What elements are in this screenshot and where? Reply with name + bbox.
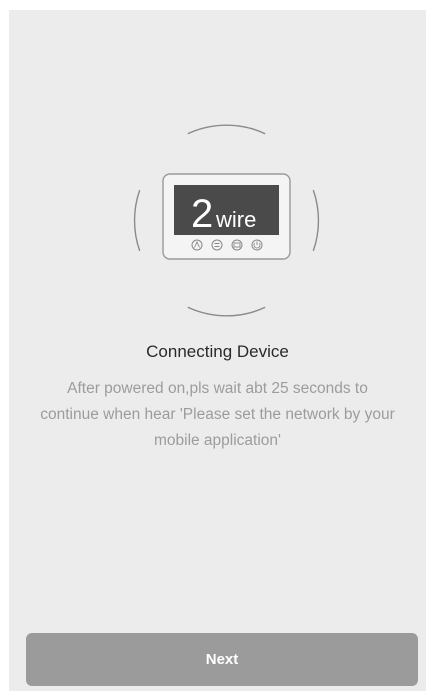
power-icon — [251, 239, 263, 251]
device-illustration: 2 wire — [129, 123, 324, 318]
connection-screen: 2 wire Connecting Device After powered o… — [9, 10, 426, 691]
next-button[interactable]: Next — [26, 633, 418, 686]
display-number: 2 — [191, 192, 213, 236]
display-unit: wire — [215, 207, 256, 232]
page-title: Connecting Device — [146, 342, 289, 361]
instruction-text: After powered on,pls wait abt 25 seconds… — [40, 380, 395, 449]
